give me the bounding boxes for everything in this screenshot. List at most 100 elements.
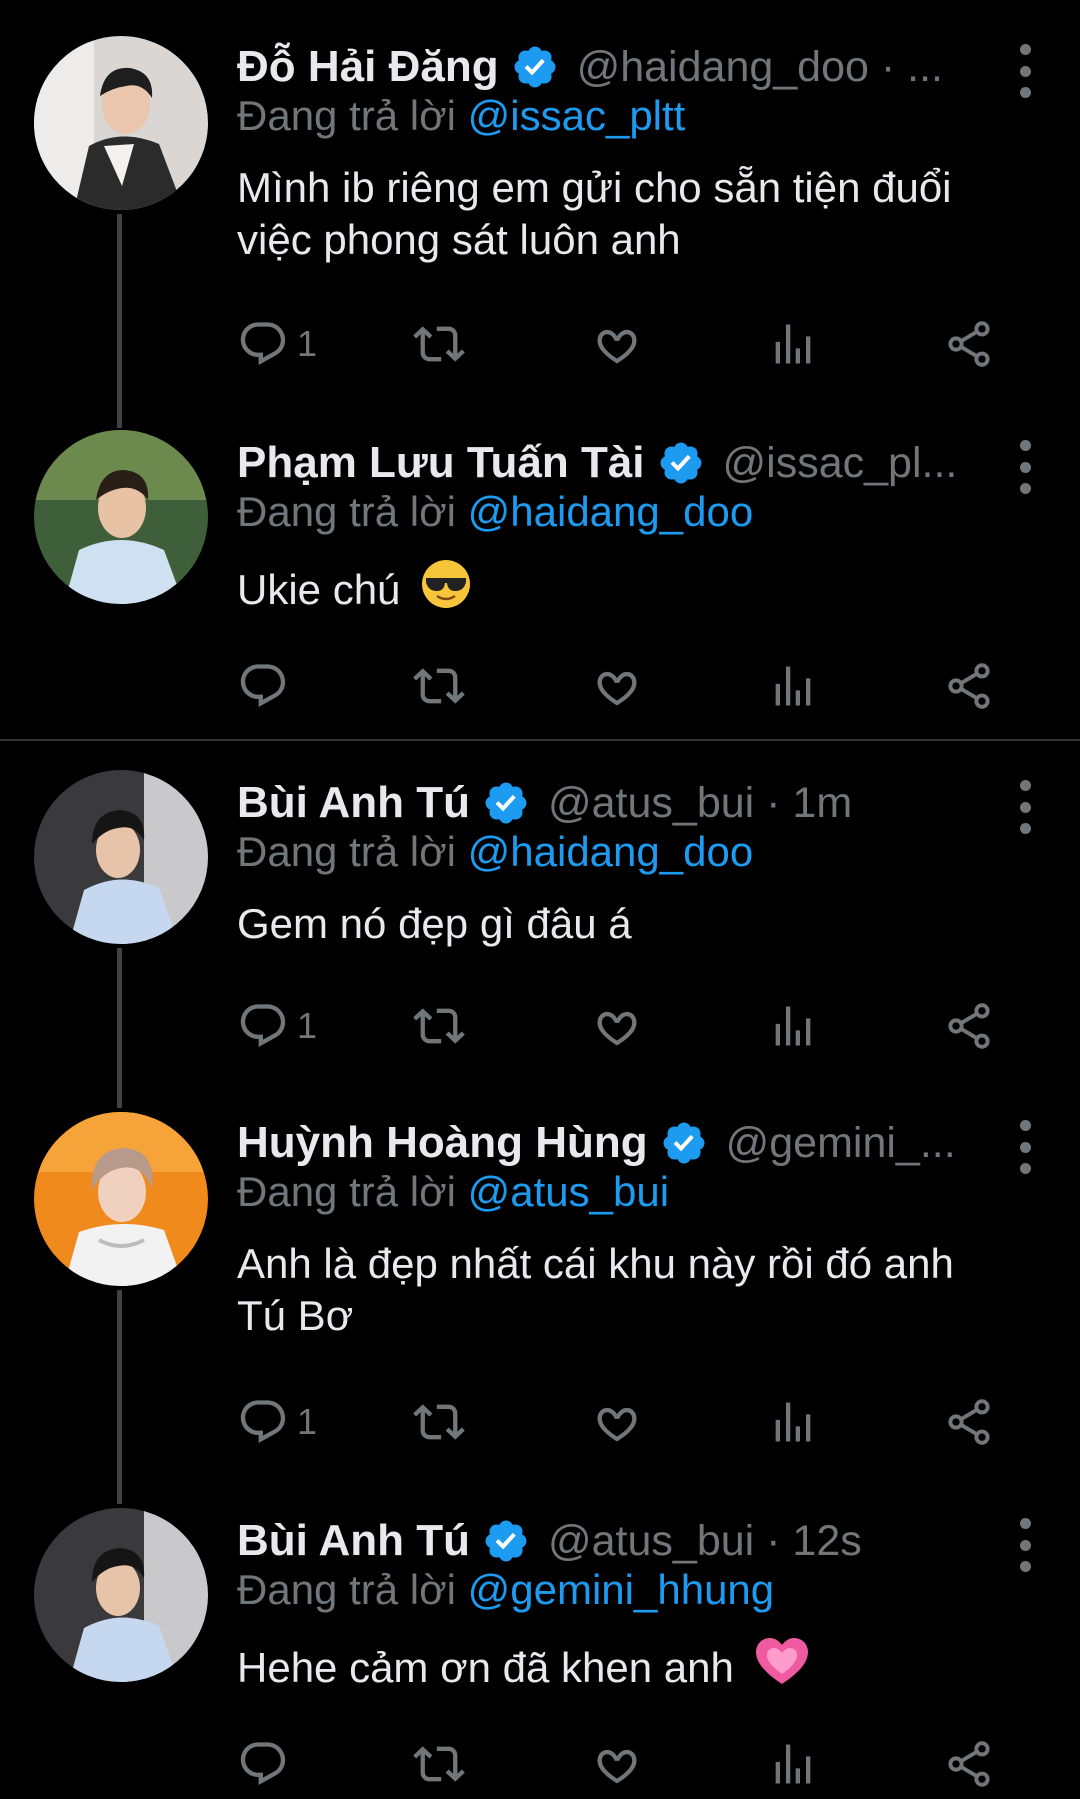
more-options-icon[interactable] (1010, 780, 1040, 834)
verified-badge-icon (482, 779, 530, 827)
replying-to: Đang trả lời @atus_bui (237, 1168, 1040, 1226)
verified-badge-icon (660, 1119, 708, 1167)
retweet-icon (413, 318, 465, 370)
reply-button[interactable]: 1 (237, 1392, 317, 1452)
mention-link[interactable]: @issac_pltt (468, 92, 686, 139)
display-name[interactable]: Bùi Anh Tú (237, 1516, 470, 1566)
tweet-actions (237, 656, 1007, 716)
heart-icon (591, 1738, 643, 1790)
reply-icon (237, 1000, 289, 1052)
retweet-icon (413, 1000, 465, 1052)
avatar[interactable] (34, 770, 208, 944)
tweet-actions: 1 (237, 996, 1007, 1056)
share-button[interactable] (943, 1392, 995, 1452)
views-button[interactable] (767, 996, 819, 1056)
retweet-icon (413, 1396, 465, 1448)
tweet-text: Gem nó đẹp gì đâu á (237, 900, 632, 947)
display-name[interactable]: Huỳnh Hoàng Hùng (237, 1118, 648, 1168)
views-button[interactable] (767, 656, 819, 716)
verified-badge-icon (482, 1517, 530, 1565)
thread-divider (0, 739, 1080, 741)
display-name[interactable]: Bùi Anh Tú (237, 778, 470, 828)
reply-button[interactable]: 1 (237, 314, 317, 374)
tweet-text: Hehe cảm ơn đã khen anh (237, 1644, 734, 1691)
replying-to-label: Đang trả lời (237, 828, 456, 875)
handle[interactable]: @haidang_doo · ... (577, 43, 943, 92)
more-options-icon[interactable] (1010, 1120, 1040, 1174)
mention-link[interactable]: @gemini_hhung (468, 1566, 775, 1613)
reply-button[interactable] (237, 656, 297, 716)
verified-badge-icon (657, 439, 705, 487)
retweet-icon (413, 1738, 465, 1790)
handle[interactable]: @atus_bui · 1m (548, 779, 852, 828)
share-button[interactable] (943, 656, 995, 716)
sparkling-heart-emoji (755, 1638, 808, 1684)
tweet-actions (237, 1734, 1007, 1794)
share-icon (943, 1738, 995, 1790)
views-button[interactable] (767, 1734, 819, 1794)
views-button[interactable] (767, 1392, 819, 1452)
retweet-button[interactable] (413, 314, 465, 374)
more-options-icon[interactable] (1010, 440, 1040, 494)
more-options-icon[interactable] (1010, 1518, 1040, 1572)
retweet-button[interactable] (413, 996, 465, 1056)
like-button[interactable] (591, 996, 643, 1056)
verified-badge-icon (511, 43, 559, 91)
handle[interactable]: @gemini_... (726, 1119, 956, 1168)
views-icon (767, 318, 819, 370)
heart-icon (591, 1396, 643, 1448)
share-button[interactable] (943, 314, 995, 374)
views-icon (767, 1738, 819, 1790)
retweet-button[interactable] (413, 1734, 465, 1794)
heart-icon (591, 1000, 643, 1052)
retweet-button[interactable] (413, 656, 465, 716)
tweet-text: Mình ib riêng em gửi cho sẵn tiện đuổi v… (237, 164, 952, 263)
tweet-actions: 1 (237, 1392, 1007, 1452)
like-button[interactable] (591, 656, 643, 716)
display-name[interactable]: Đỗ Hải Đăng (237, 42, 499, 92)
share-icon (943, 660, 995, 712)
reply-button[interactable]: 1 (237, 996, 317, 1056)
retweet-button[interactable] (413, 1392, 465, 1452)
thread-line (117, 1290, 122, 1504)
views-icon (767, 1396, 819, 1448)
like-button[interactable] (591, 1392, 643, 1452)
replying-to-label: Đang trả lời (237, 1566, 456, 1613)
views-button[interactable] (767, 314, 819, 374)
tweet-text-container: Hehe cảm ơn đã khen anh (237, 1636, 957, 1694)
avatar[interactable] (34, 430, 208, 604)
share-icon (943, 1000, 995, 1052)
mention-link[interactable]: @haidang_doo (468, 488, 754, 535)
views-icon (767, 1000, 819, 1052)
more-options-icon[interactable] (1010, 44, 1040, 98)
reply-icon (237, 1738, 289, 1790)
retweet-icon (413, 660, 465, 712)
like-button[interactable] (591, 314, 643, 374)
tweet-text: Ukie chú (237, 566, 401, 613)
display-name[interactable]: Phạm Lưu Tuấn Tài (237, 438, 645, 488)
reply-icon (237, 1396, 289, 1448)
heart-icon (591, 660, 643, 712)
reply-icon (237, 660, 289, 712)
replying-to: Đang trả lời @haidang_doo (237, 488, 1040, 546)
mention-link[interactable]: @haidang_doo (468, 828, 754, 875)
avatar[interactable] (34, 1112, 208, 1286)
tweet-text-container: Ukie chú (237, 558, 957, 616)
share-button[interactable] (943, 996, 995, 1056)
thread-line (117, 214, 122, 428)
replying-to: Đang trả lời @haidang_doo (237, 828, 1040, 886)
share-icon (943, 1396, 995, 1448)
mention-link[interactable]: @atus_bui (468, 1168, 669, 1215)
avatar[interactable] (34, 1508, 208, 1682)
heart-icon (591, 318, 643, 370)
sunglasses-emoji (422, 560, 471, 608)
share-button[interactable] (943, 1734, 995, 1794)
avatar[interactable] (34, 36, 208, 210)
handle[interactable]: @atus_bui · 12s (548, 1517, 862, 1566)
tweet-text: Anh là đẹp nhất cái khu này rồi đó anh T… (237, 1240, 954, 1339)
reply-button[interactable] (237, 1734, 297, 1794)
like-button[interactable] (591, 1734, 643, 1794)
handle[interactable]: @issac_pl... (723, 439, 958, 488)
replying-to: Đang trả lời @issac_pltt (237, 92, 1040, 150)
share-icon (943, 318, 995, 370)
